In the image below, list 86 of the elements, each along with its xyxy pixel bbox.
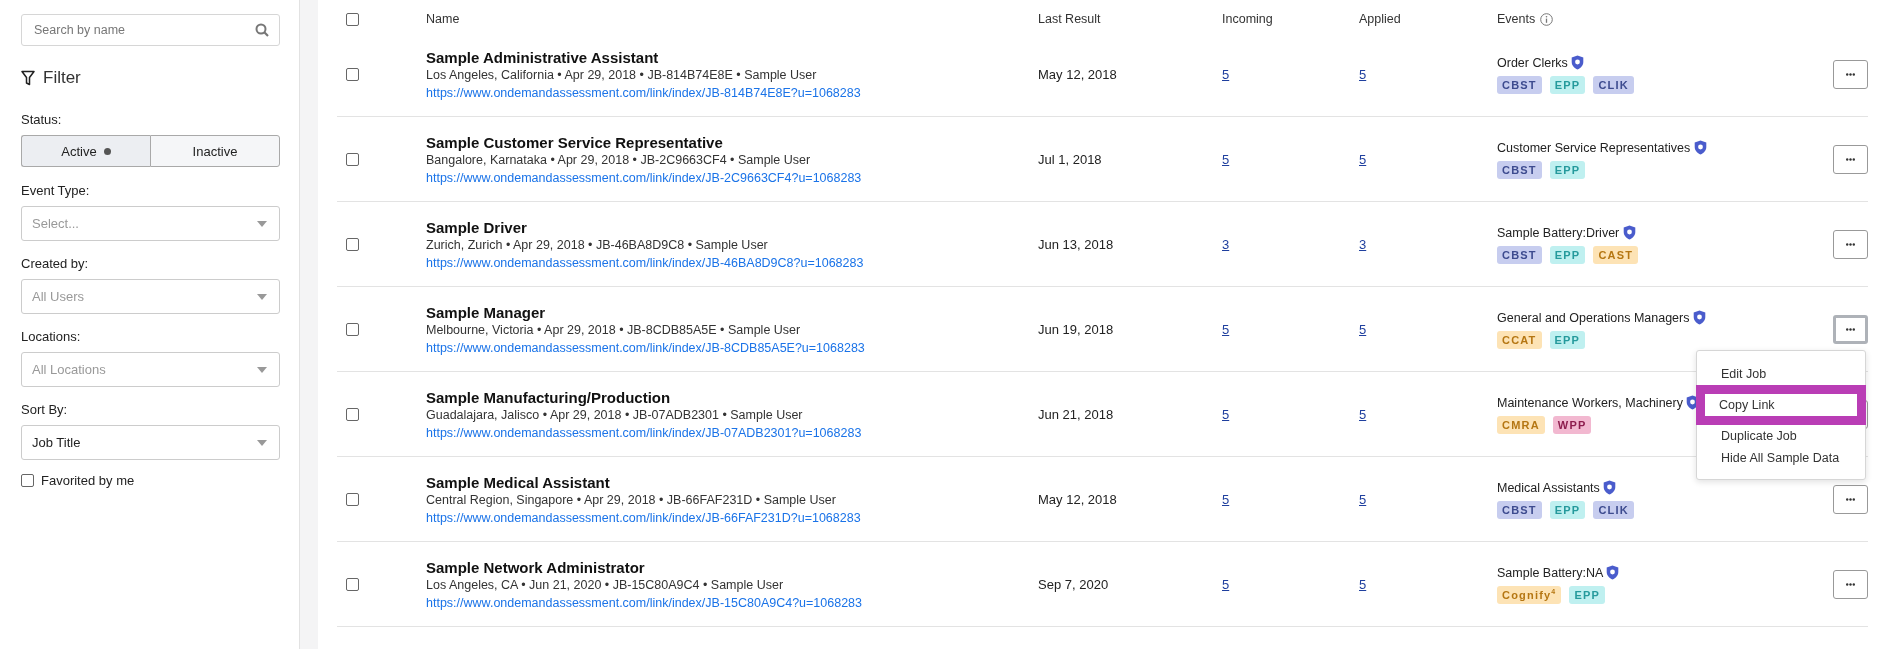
job-details: Zurich, Zurich • Apr 29, 2018 • JB-46BA8D9C8 • Sample User bbox=[426, 238, 769, 252]
count-link[interactable]: 5 bbox=[1222, 152, 1230, 167]
menu-item[interactable]: Edit Job bbox=[1697, 363, 1865, 385]
job-title: Sample Manufacturing/Production bbox=[426, 389, 672, 406]
event-name: Customer Service Representatives bbox=[1497, 141, 1691, 155]
count-link[interactable]: 5 bbox=[1222, 322, 1230, 337]
count-link[interactable]: 5 bbox=[1359, 577, 1367, 592]
job-link[interactable]: https://www.ondemandassessment.com/link/index/JB-07ADB2301?u=1068283 bbox=[426, 426, 862, 440]
filter-title: Filter bbox=[43, 68, 81, 88]
field-label: Sort By: bbox=[21, 402, 69, 417]
column-header: Events bbox=[1497, 12, 1536, 26]
tag: EPP bbox=[1549, 246, 1586, 264]
column-header: Name bbox=[426, 12, 460, 26]
count-link[interactable]: 5 bbox=[1222, 407, 1230, 422]
job-title: Sample Manager bbox=[426, 304, 547, 321]
event-name: Order Clerks bbox=[1497, 56, 1568, 70]
tag: CMRA bbox=[1497, 416, 1545, 434]
tag: EPP bbox=[1569, 586, 1606, 604]
table-cell: Jul 1, 2018 bbox=[1038, 152, 1102, 167]
count-link[interactable]: 5 bbox=[1222, 492, 1230, 507]
event-name: Sample Battery:NA bbox=[1497, 566, 1603, 580]
job-link[interactable]: https://www.ondemandassessment.com/link/index/JB-46BA8D9C8?u=1068283 bbox=[426, 256, 864, 270]
tag: CBST bbox=[1497, 246, 1542, 264]
field-label: Event Type: bbox=[21, 183, 91, 198]
field-label: Status: bbox=[21, 112, 63, 127]
count-link[interactable]: 5 bbox=[1359, 322, 1367, 337]
job-details: Guadalajara, Jalisco • Apr 29, 2018 • JB-07ADB2301 • Sample User bbox=[426, 408, 804, 422]
table-cell: Jun 19, 2018 bbox=[1038, 322, 1114, 337]
job-title: Sample Administrative Assistant bbox=[426, 49, 660, 66]
count-link[interactable]: 3 bbox=[1222, 237, 1230, 252]
job-title: Sample Network Administrator bbox=[426, 559, 646, 576]
job-details: Melbourne, Victoria • Apr 29, 2018 • JB-8CDB85A5E • Sample User bbox=[426, 323, 802, 337]
menu-item[interactable]: Hide All Sample Data bbox=[1697, 447, 1865, 469]
tag: CAST bbox=[1593, 246, 1639, 264]
field-label: Created by: bbox=[21, 256, 90, 271]
tag: EPP bbox=[1549, 161, 1586, 179]
job-title: Sample Medical Assistant bbox=[426, 474, 611, 491]
status-toggle[interactable]: Inactive bbox=[150, 135, 280, 167]
count-link[interactable]: 5 bbox=[1222, 577, 1230, 592]
event-name: Medical Assistants bbox=[1497, 481, 1600, 495]
tag: CBST bbox=[1497, 76, 1542, 94]
tag: CBST bbox=[1497, 161, 1542, 179]
menu-item[interactable]: Copy Link bbox=[1696, 385, 1866, 425]
count-link[interactable]: 5 bbox=[1359, 67, 1367, 82]
event-name: Sample Battery:Driver bbox=[1497, 226, 1620, 240]
count-link[interactable]: 5 bbox=[1359, 407, 1367, 422]
field-label: Locations: bbox=[21, 329, 82, 344]
tag: EPP bbox=[1549, 501, 1586, 519]
job-details: Los Angeles, CA • Jun 21, 2020 • JB-15C80A9C4 • Sample User bbox=[426, 578, 785, 592]
event-name: Maintenance Workers, Machinery bbox=[1497, 396, 1683, 410]
count-link[interactable]: 5 bbox=[1359, 492, 1367, 507]
table-cell: May 12, 2018 bbox=[1038, 492, 1117, 507]
table-cell: Sep 7, 2020 bbox=[1038, 577, 1109, 592]
search-field[interactable]: Search by name bbox=[21, 14, 280, 46]
tag: WPP bbox=[1552, 416, 1592, 434]
tag: CLIK bbox=[1593, 501, 1634, 519]
tag: Cognify$^{4}$ bbox=[1497, 586, 1562, 604]
tag: CBST bbox=[1497, 501, 1542, 519]
tag: CCAT bbox=[1497, 331, 1542, 349]
job-link[interactable]: https://www.ondemandassessment.com/link/index/JB-814B74E8E?u=1068283 bbox=[426, 86, 861, 100]
column-header: Applied bbox=[1359, 12, 1401, 26]
job-details: Bangalore, Karnataka • Apr 29, 2018 • JB-2C9663CF4 • Sample User bbox=[426, 153, 812, 167]
job-title: Sample Customer Service Representative bbox=[426, 134, 724, 151]
table-cell: Jun 21, 2018 bbox=[1038, 407, 1114, 422]
table-cell: May 12, 2018 bbox=[1038, 67, 1117, 82]
job-details: Los Angeles, California • Apr 29, 2018 • JB-814B74E8E • Sample User bbox=[426, 68, 818, 82]
dropdown[interactable]: Job Title bbox=[21, 425, 280, 460]
tag: EPP bbox=[1549, 331, 1586, 349]
checkbox-label: Favorited by me bbox=[41, 473, 135, 488]
count-link[interactable]: 5 bbox=[1359, 152, 1367, 167]
tag: CLIK bbox=[1593, 76, 1634, 94]
job-link[interactable]: https://www.ondemandassessment.com/link/index/JB-2C9663CF4?u=1068283 bbox=[426, 171, 862, 185]
job-link[interactable]: https://www.ondemandassessment.com/link/index/JB-66FAF231D?u=1068283 bbox=[426, 511, 861, 525]
event-name: General and Operations Managers bbox=[1497, 311, 1690, 325]
column-header: Last Result bbox=[1038, 12, 1101, 26]
count-link[interactable]: 3 bbox=[1359, 237, 1367, 252]
table-cell: Jun 13, 2018 bbox=[1038, 237, 1114, 252]
job-link[interactable]: https://www.ondemandassessment.com/link/index/JB-8CDB85A5E?u=1068283 bbox=[426, 341, 865, 355]
count-link[interactable]: 5 bbox=[1222, 67, 1230, 82]
job-link[interactable]: https://www.ondemandassessment.com/link/index/JB-15C80A9C4?u=1068283 bbox=[426, 596, 863, 610]
menu-item[interactable]: Duplicate Job bbox=[1697, 425, 1865, 447]
column-header: Incoming bbox=[1222, 12, 1273, 26]
job-title: Sample Driver bbox=[426, 219, 528, 236]
tag: EPP bbox=[1549, 76, 1586, 94]
status-toggle[interactable]: Active bbox=[21, 135, 150, 167]
job-details: Central Region, Singapore • Apr 29, 2018 • JB-66FAF231D • Sample User bbox=[426, 493, 837, 507]
